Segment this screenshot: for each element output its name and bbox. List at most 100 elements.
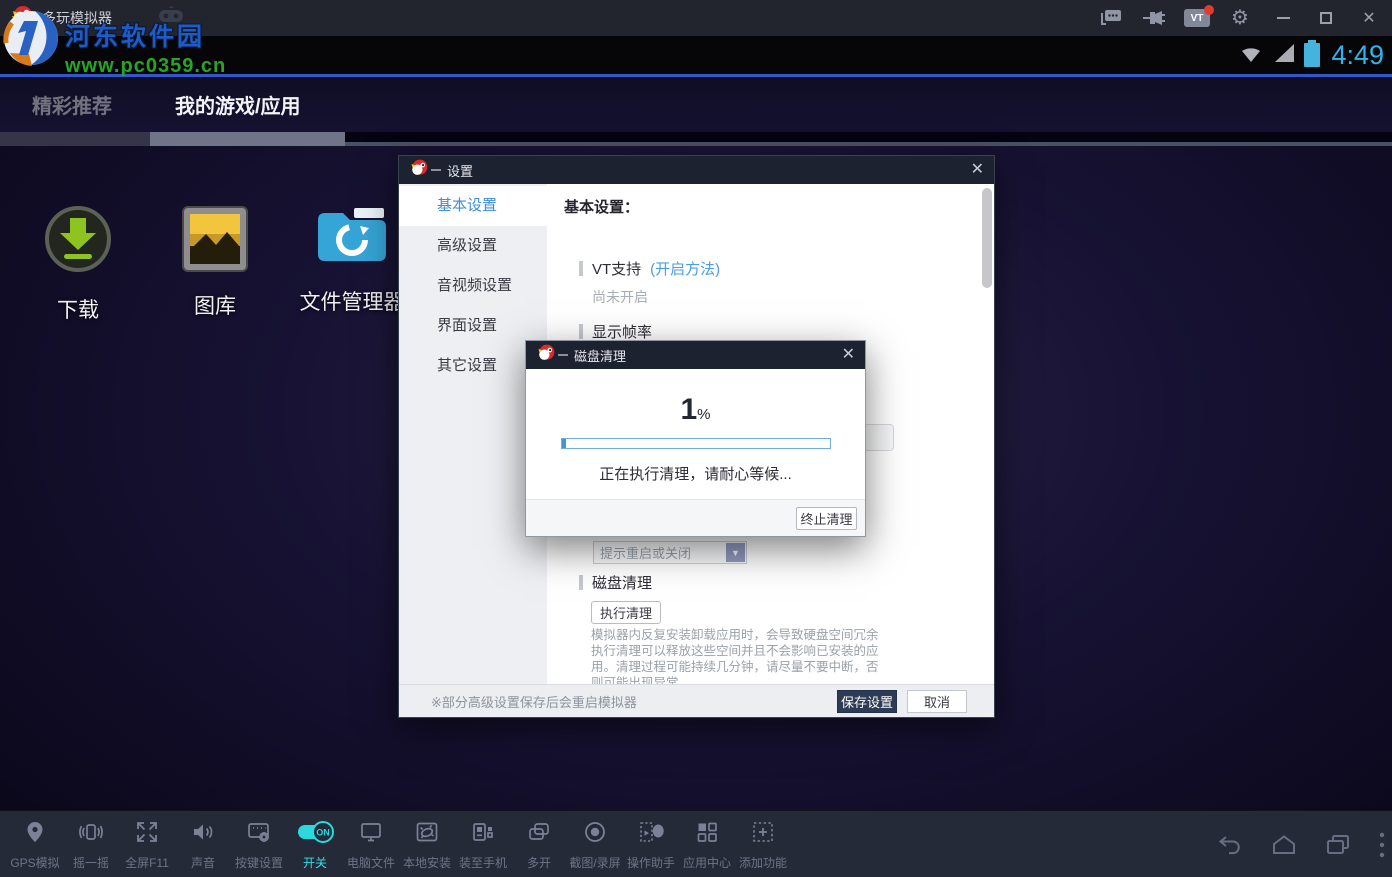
fps-label: 显示帧率 [592, 321, 652, 342]
close-window-button[interactable]: ✕ [1356, 7, 1382, 29]
window-title: 多玩模拟器 [42, 8, 112, 28]
run-clean-button[interactable]: 执行清理 [591, 601, 661, 624]
chevron-down-icon[interactable]: ▼ [726, 543, 745, 562]
dialog-bird-icon [409, 158, 429, 183]
tabbar: 精彩推荐 我的游戏/应用 [0, 77, 1392, 132]
app-logo-bird-icon [10, 4, 34, 33]
stop-clean-button[interactable]: 终止清理 [796, 507, 857, 530]
app-label: 图库 [194, 290, 236, 320]
sidebar-item-advanced[interactable]: 高级设置 [399, 226, 547, 266]
settings-footer: ※部分高级设置保存后会重启模拟器 保存设置 取消 [399, 684, 994, 717]
file-manager-app-icon [314, 206, 390, 273]
titlebar: 多玩模拟器 [0, 0, 1392, 36]
logo-dash [558, 354, 568, 356]
gallery-app-icon [182, 206, 248, 277]
sidebar-item-av[interactable]: 音视频设置 [399, 266, 547, 306]
footer-note: ※部分高级设置保存后会重启模拟器 [431, 685, 637, 718]
app-icon-download[interactable]: 下载 [18, 204, 138, 324]
pin-icon[interactable] [1141, 7, 1167, 29]
vt-howto-link[interactable]: (开启方法) [650, 258, 720, 279]
android-statusbar: 4:49 [0, 36, 1392, 74]
minimize-button[interactable] [1270, 7, 1296, 29]
android-navbar [1216, 811, 1386, 877]
section-marker [579, 575, 583, 590]
app-icon-gallery[interactable]: 图库 [155, 206, 275, 320]
tool-app-center[interactable]: 应用中心 [679, 811, 735, 877]
tool-toggle[interactable]: ON 开关 [287, 811, 343, 877]
disk-clean-row: 磁盘清理 [579, 572, 652, 593]
speaker-icon [190, 819, 216, 850]
tool-shake[interactable]: 摇一摇 [63, 811, 119, 877]
tool-local-install[interactable]: 本地安装 [399, 811, 455, 877]
home-icon[interactable] [1270, 832, 1298, 858]
tool-add-feature[interactable]: 添加功能 [735, 811, 791, 877]
vt-status-text: 尚未开启 [592, 287, 648, 307]
tool-gps[interactable]: GPS模拟 [7, 811, 63, 877]
tool-sound[interactable]: 声音 [175, 811, 231, 877]
signal-icon [1273, 41, 1297, 70]
gamepad-icon [158, 6, 184, 31]
section-marker [579, 261, 583, 276]
tab-featured[interactable]: 精彩推荐 [32, 77, 112, 132]
vt-status-icon[interactable]: VT [1184, 7, 1210, 29]
settings-close-icon[interactable]: ✕ [971, 162, 984, 178]
content-heading: 基本设置： [564, 196, 639, 217]
cleanup-body: 1% 正在执行清理，请耐心等候... [526, 369, 865, 499]
vt-alert-dot [1204, 5, 1214, 15]
back-icon[interactable] [1216, 832, 1244, 858]
recents-icon[interactable] [1324, 832, 1352, 858]
logo-dash [431, 169, 441, 171]
cancel-button[interactable]: 取消 [907, 690, 967, 713]
fps-row: 显示帧率 [579, 321, 652, 342]
maximize-button[interactable] [1313, 7, 1339, 29]
sidebar-item-basic[interactable]: 基本设置 [399, 186, 547, 226]
toggle-on-icon: ON [296, 819, 334, 850]
keymap-settings-icon [246, 819, 272, 850]
tool-multi-instance[interactable]: 多开 [511, 811, 567, 877]
operation-assistant-icon [638, 819, 664, 850]
tool-keymap[interactable]: 按键设置 [231, 811, 287, 877]
cleanup-dialog-titlebar: 磁盘清理 ✕ [526, 341, 865, 369]
cleanup-progress-fill [562, 439, 566, 448]
settings-dialog-title: 设置 [447, 161, 473, 180]
menu-dots-icon[interactable] [1378, 830, 1386, 860]
cleanup-footer: 终止清理 [526, 499, 865, 536]
progress-percent: 1% [526, 393, 865, 427]
multi-window-icon [526, 819, 552, 850]
settings-scrollbar[interactable] [982, 188, 992, 288]
feedback-icon[interactable] [1098, 7, 1124, 29]
tool-pc-files[interactable]: 电脑文件 [343, 811, 399, 877]
wifi-icon [1236, 41, 1266, 70]
bottom-toolbar: GPS模拟 摇一摇 全屏F11 声音 按键设置 ON 开关 电脑文件 本地安装 [0, 810, 1392, 877]
tool-assistant[interactable]: 操作助手 [623, 811, 679, 877]
install-to-phone-icon [470, 819, 496, 850]
tool-fullscreen[interactable]: 全屏F11 [119, 811, 175, 877]
cleanup-message: 正在执行清理，请耐心等候... [526, 463, 865, 484]
tab-my-games[interactable]: 我的游戏/应用 [175, 77, 301, 132]
section-marker [579, 324, 583, 339]
settings-dialog-titlebar: 设置 ✕ [399, 156, 994, 184]
tool-install-to-phone[interactable]: 装至手机 [455, 811, 511, 877]
save-settings-button[interactable]: 保存设置 [837, 690, 897, 713]
cleanup-dialog-title: 磁盘清理 [574, 346, 626, 365]
settings-gear-icon[interactable]: ⚙ [1227, 7, 1253, 29]
cleanup-close-icon[interactable]: ✕ [842, 347, 855, 363]
download-app-icon [43, 204, 113, 281]
tool-record[interactable]: 截图/录屏 [567, 811, 623, 877]
gps-pin-icon [22, 819, 48, 850]
app-label: 下载 [57, 294, 99, 324]
vt-support-label: VT支持 [592, 258, 641, 279]
svg-text:ON: ON [316, 827, 330, 837]
dropdown-value: 提示重启或关闭 [594, 543, 726, 562]
app-center-icon [694, 819, 720, 850]
tab-indicator-active [150, 132, 345, 146]
disk-clean-label: 磁盘清理 [592, 572, 652, 593]
vt-support-row: VT支持 (开启方法) [579, 258, 720, 279]
dialog-bird-icon [536, 343, 556, 368]
statusbar-divider [0, 74, 1392, 77]
fullscreen-icon [134, 819, 160, 850]
battery-icon [1304, 43, 1320, 67]
restart-behavior-dropdown[interactable]: 提示重启或关闭 ▼ [593, 541, 747, 564]
app-label: 文件管理器 [300, 286, 405, 316]
app-icon-file-manager[interactable]: 文件管理器 [292, 206, 412, 316]
